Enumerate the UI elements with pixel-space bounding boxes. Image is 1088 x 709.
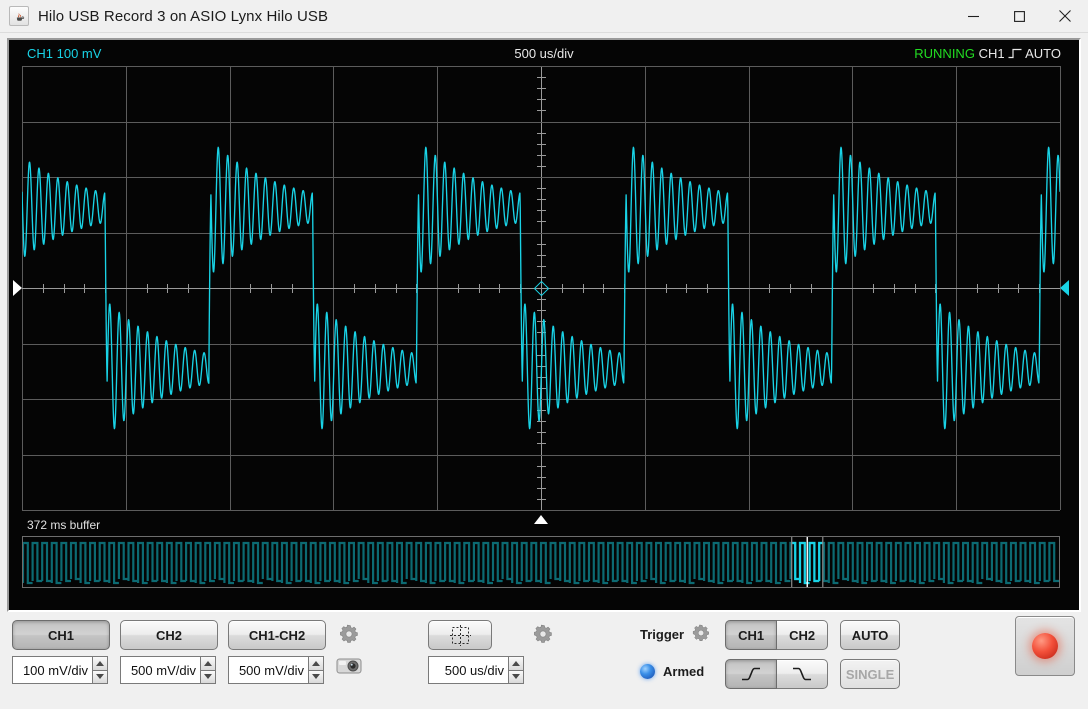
trigger-labels: Trigger Armed — [640, 620, 713, 685]
window-title: Hilo USB Record 3 on ASIO Lynx Hilo USB — [38, 7, 329, 25]
trigger-mode-group: AUTO SINGLE — [840, 620, 901, 689]
trigger-source-ch2[interactable]: CH2 — [777, 620, 829, 650]
channel-extra-controls — [336, 620, 362, 684]
timebase-value[interactable]: 500 us/div — [428, 656, 508, 684]
trigger-source-selector: CH1 CH2 — [725, 620, 829, 650]
application-window: Hilo USB Record 3 on ASIO Lynx Hilo USB … — [0, 0, 1088, 709]
channel-scale-spinner-math[interactable]: 500 mV/div — [228, 656, 326, 684]
trigger-edge-rising-icon[interactable] — [725, 659, 778, 689]
scale-increase-ch1[interactable] — [92, 656, 108, 670]
maximize-button[interactable] — [996, 0, 1042, 32]
close-button[interactable] — [1042, 0, 1088, 32]
timebase-controls: 500 us/div — [428, 620, 554, 684]
scale-decrease-math[interactable] — [308, 669, 324, 684]
camera-icon[interactable] — [336, 655, 362, 679]
trigger-mode-auto-button[interactable]: AUTO — [840, 620, 901, 650]
scale-increase-math[interactable] — [308, 656, 324, 670]
scale-decrease-ch1[interactable] — [92, 669, 108, 684]
scope-display-frame: CH1 100 mV 500 us/div RUNNING CH1 AUTO 3… — [7, 38, 1081, 612]
record-button[interactable] — [1015, 616, 1075, 676]
trigger-level-marker[interactable] — [1060, 280, 1069, 296]
channel-button-ch1[interactable]: CH1 — [12, 620, 110, 650]
gear-icon[interactable] — [532, 624, 554, 649]
rising-edge-icon — [1008, 47, 1022, 59]
trigger-single-button: SINGLE — [840, 659, 901, 689]
trigger-label: Trigger — [640, 626, 685, 642]
buffer-length-label: 372 ms buffer — [27, 518, 101, 532]
gear-icon[interactable] — [338, 623, 360, 645]
trigger-mode-label: AUTO — [1025, 46, 1061, 61]
timebase-group: 500 us/div — [428, 620, 524, 684]
channel-scale-value-ch1[interactable]: 100 mV/div — [12, 656, 92, 684]
channel-scale-value-ch2[interactable]: 500 mV/div — [120, 656, 200, 684]
grid-line-horizontal — [22, 510, 1060, 511]
channel-scale-spinner-ch1[interactable]: 100 mV/div — [12, 656, 110, 684]
scale-increase-ch2[interactable] — [200, 656, 216, 670]
trigger-source-ch1[interactable]: CH1 — [725, 620, 778, 650]
buffer-waveform-path — [23, 541, 1059, 585]
timebase-increase[interactable] — [508, 656, 524, 670]
trigger-source-and-edge: CH1 CH2 — [725, 620, 829, 689]
window-controls — [950, 0, 1088, 32]
channel-scale-spinner-ch2[interactable]: 500 mV/div — [120, 656, 218, 684]
scale-decrease-ch2[interactable] — [200, 669, 216, 684]
armed-label: Armed — [663, 663, 705, 679]
minimize-button[interactable] — [950, 0, 996, 32]
trigger-edge-falling-icon[interactable] — [777, 659, 829, 689]
gear-icon[interactable] — [691, 623, 713, 645]
buffer-strip[interactable] — [22, 536, 1060, 588]
channel-group-ch1: CH1 100 mV/div — [12, 620, 110, 684]
trigger-source-label: CH1 — [978, 46, 1005, 61]
buffer-waveform — [23, 537, 1059, 587]
title-bar: Hilo USB Record 3 on ASIO Lynx Hilo USB — [0, 0, 1088, 33]
crosshair-grid-icon[interactable] — [428, 620, 492, 650]
channel-button-ch1-minus-ch2[interactable]: CH1-CH2 — [228, 620, 326, 650]
trigger-controls: Trigger Armed CH1 CH2 AUTO SINGLE — [640, 620, 901, 689]
timebase-settings-gear[interactable] — [532, 620, 554, 684]
armed-led-icon — [640, 663, 655, 679]
channel-group-math: CH1-CH2 500 mV/div — [228, 620, 326, 684]
channel-controls: CH1 100 mV/div CH2 500 mV/div CH1-CH2 50… — [12, 620, 362, 684]
java-coffee-cup-icon — [9, 6, 29, 26]
scope-display[interactable]: CH1 100 mV 500 us/div RUNNING CH1 AUTO 3… — [9, 40, 1079, 610]
control-bar: CH1 100 mV/div CH2 500 mV/div CH1-CH2 50… — [7, 612, 1081, 709]
channel-group-ch2: CH2 500 mV/div — [120, 620, 218, 684]
trigger-position-marker[interactable] — [534, 515, 548, 524]
status-readout: RUNNING CH1 AUTO — [914, 46, 1061, 61]
timebase-decrease[interactable] — [508, 669, 524, 684]
main-panel: CH1 100 mV 500 us/div RUNNING CH1 AUTO 3… — [7, 38, 1081, 709]
channel-button-ch2[interactable]: CH2 — [120, 620, 218, 650]
record-button-icon — [1032, 633, 1058, 659]
timebase-spinner[interactable]: 500 us/div — [428, 656, 524, 684]
channel-scale-value-math[interactable]: 500 mV/div — [228, 656, 308, 684]
ground-reference-marker[interactable] — [13, 280, 22, 296]
run-status: RUNNING — [914, 46, 975, 61]
trigger-edge-selector — [725, 659, 829, 689]
